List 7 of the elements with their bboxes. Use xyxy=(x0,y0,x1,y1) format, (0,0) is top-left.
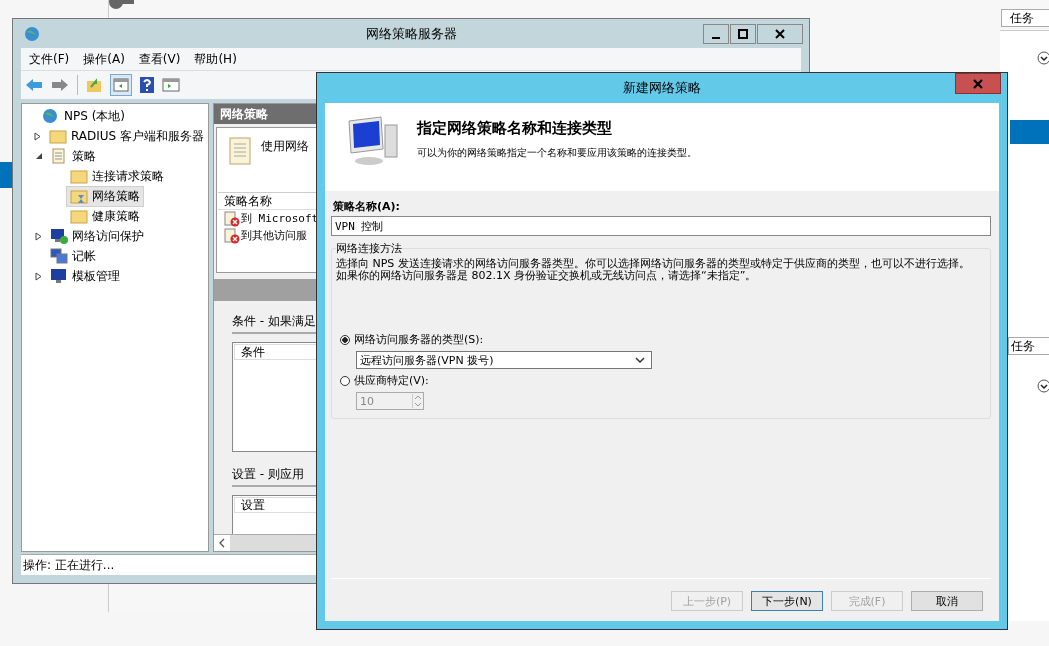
window-title: 网络策略服务器 xyxy=(365,24,457,43)
description-text: 选择向 NPS 发送连接请求的网络访问服务器类型。你可以选择网络访问服务器的类型或特定于供应商的类型，也可以不进行选择。如果你的网络访问服务器是 802.1X 身份验证交换机或无线访问点，请选择“未指定”。 xyxy=(336,258,971,282)
field-label: 策略名称(A): xyxy=(332,199,401,214)
pane-description: 使用网络 xyxy=(261,138,309,155)
group-title: 网络连接方法 xyxy=(336,241,402,256)
dialog-title: 新建网络策略 xyxy=(623,79,701,97)
page-subheading: 可以为你的网络策略指定一个名称和要应用该策略的连接类型。 xyxy=(417,146,697,160)
